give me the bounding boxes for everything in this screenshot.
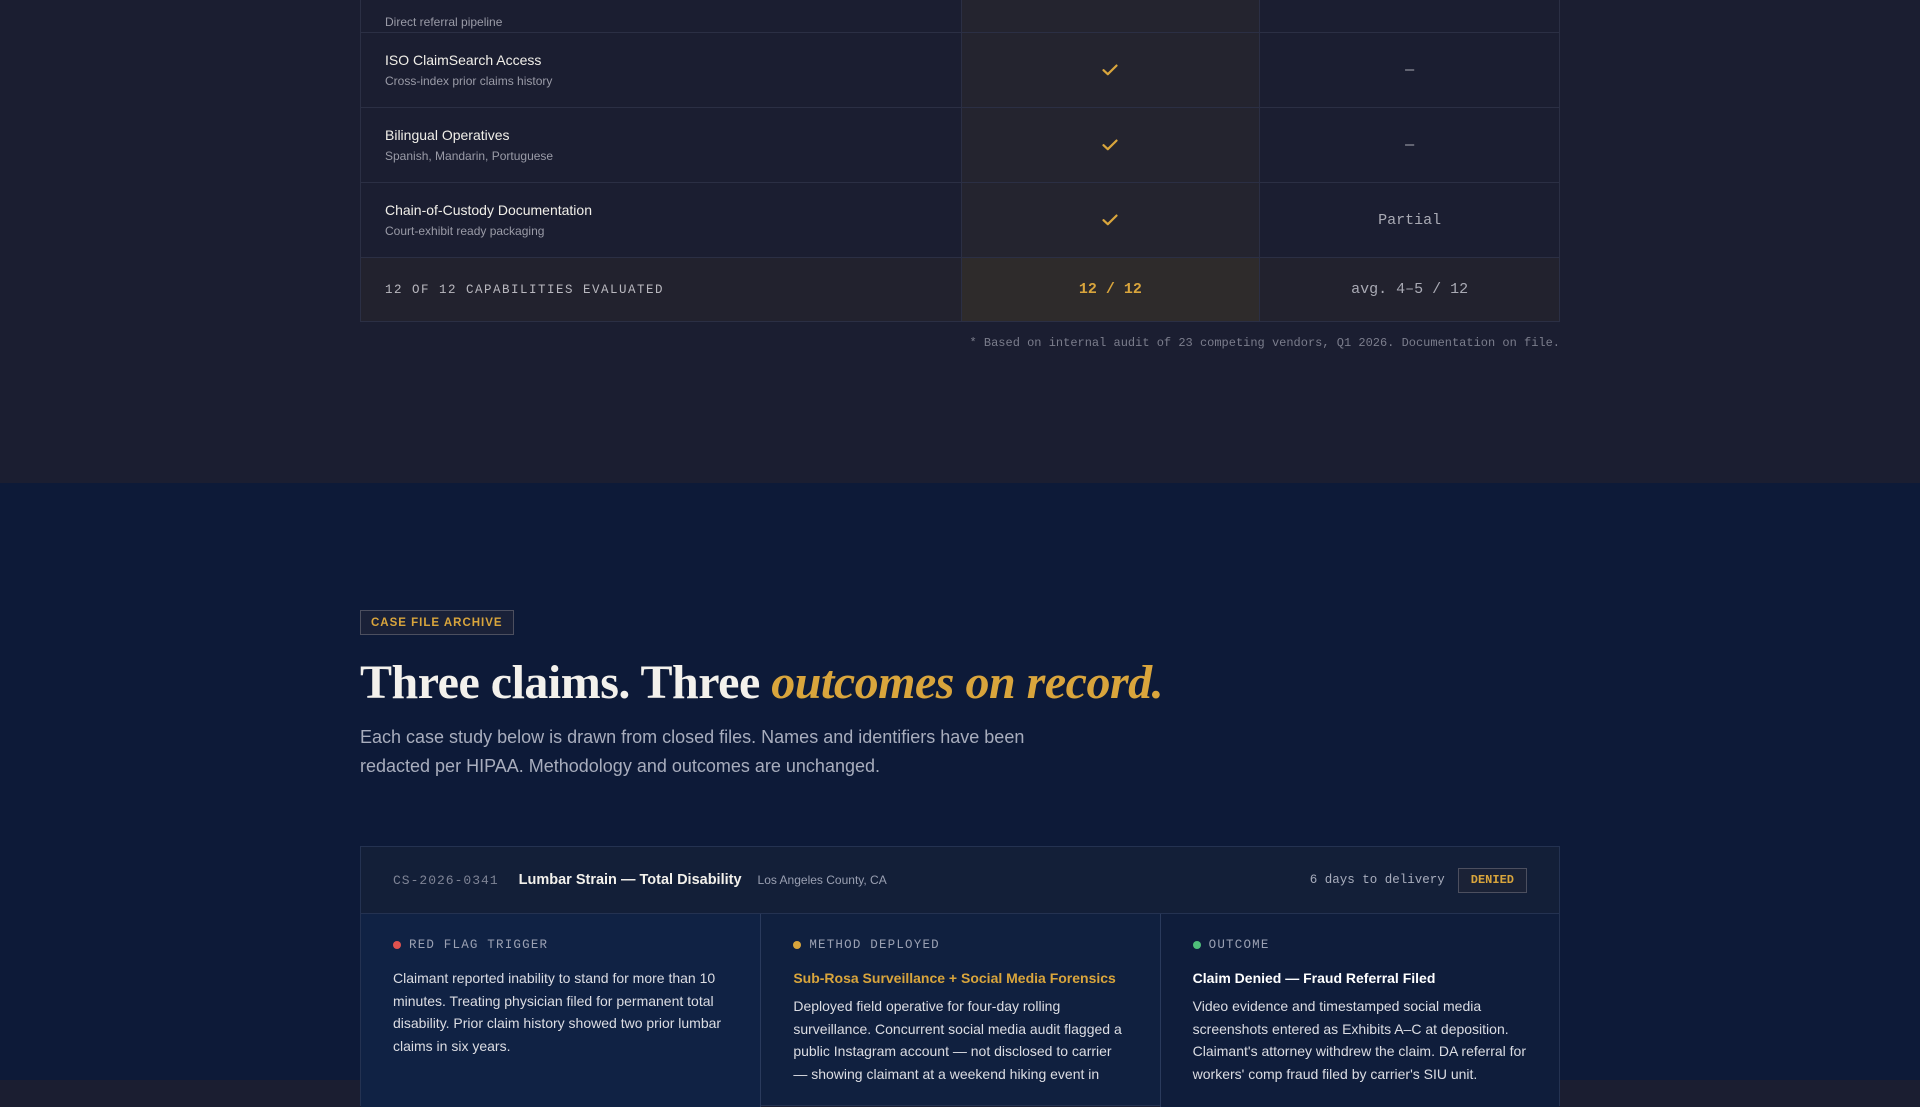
section-badge: CASE FILE ARCHIVE xyxy=(360,610,514,635)
red-flag-column: RED FLAG TRIGGER Claimant reported inabi… xyxy=(361,914,761,1107)
method-column: METHOD DEPLOYED Sub-Rosa Surveillance + … xyxy=(760,914,1159,1107)
competitor-score: avg. 4–5 / 12 xyxy=(1351,281,1469,298)
section-heading: Three claims. Three outcomes on record. xyxy=(360,656,1164,709)
competitor-value: Partial xyxy=(1378,211,1442,229)
outcome-text: Video evidence and timestamped social me… xyxy=(1192,998,1527,1082)
checkmark-icon xyxy=(1102,64,1118,76)
outcome-heading: Claim Denied — Fraud Referral Filed xyxy=(1192,970,1436,986)
our-score: 12 / 12 xyxy=(1078,281,1142,298)
table-row: ISO ClaimSearch Access Cross-index prior… xyxy=(361,32,1559,107)
feature-description: Direct referral pipeline xyxy=(385,15,503,29)
outcome-column: OUTCOME Claim Denied — Fraud Referral Fi… xyxy=(1159,914,1559,1107)
feature-description: Cross-index prior claims history xyxy=(385,74,553,88)
case-card: CS-2026-0341 Lumbar Strain — Total Disab… xyxy=(360,846,1560,1107)
case-delivery: 6 days to delivery xyxy=(1309,873,1445,887)
feature-name: Chain-of-Custody Documentation xyxy=(385,202,592,218)
table-row: Direct referral pipeline xyxy=(361,0,1559,32)
competitor-value: — xyxy=(1405,61,1415,79)
footnote: * Based on internal audit of 23 competin… xyxy=(969,336,1561,350)
summary-label: 12 OF 12 CAPABILITIES EVALUATED xyxy=(385,282,665,297)
comparison-section: Direct referral pipeline ISO ClaimSearch… xyxy=(0,0,1920,483)
checkmark-icon xyxy=(1102,214,1118,226)
table-row: Bilingual Operatives Spanish, Mandarin, … xyxy=(361,107,1559,182)
comparison-table: Direct referral pipeline ISO ClaimSearch… xyxy=(360,0,1560,322)
case-file-section: CASE FILE ARCHIVE Three claims. Three ou… xyxy=(0,483,1920,1107)
feature-name: ISO ClaimSearch Access xyxy=(385,52,542,68)
feature-description: Court-exhibit ready packaging xyxy=(385,224,545,238)
case-id: CS-2026-0341 xyxy=(393,872,499,888)
table-row: Chain-of-Custody Documentation Court-exh… xyxy=(361,182,1559,257)
competitor-value: — xyxy=(1405,136,1415,154)
heading-accent: outcomes on record. xyxy=(771,656,1164,709)
section-intro: Each case study below is drawn from clos… xyxy=(360,727,1025,776)
red-flag-text: Claimant reported inability to stand for… xyxy=(393,970,722,1054)
feature-name: Bilingual Operatives xyxy=(385,127,510,143)
feature-description: Spanish, Mandarin, Portuguese xyxy=(385,149,554,163)
summary-row: 12 OF 12 CAPABILITIES EVALUATED 12 / 12 … xyxy=(361,257,1559,321)
checkmark-icon xyxy=(1102,139,1118,151)
method-heading: Sub-Rosa Surveillance + Social Media For… xyxy=(793,970,1116,986)
case-header: CS-2026-0341 Lumbar Strain — Total Disab… xyxy=(361,847,1559,914)
case-location: Los Angeles County, CA xyxy=(757,873,887,887)
green-dot-icon xyxy=(1192,941,1201,949)
red-dot-icon xyxy=(393,941,401,949)
case-title: Lumbar Strain — Total Disability xyxy=(518,872,742,888)
status-badge: DENIED xyxy=(1457,867,1527,893)
gold-dot-icon xyxy=(793,941,802,949)
method-text: Deployed field operative for four-day ro… xyxy=(793,998,1122,1082)
